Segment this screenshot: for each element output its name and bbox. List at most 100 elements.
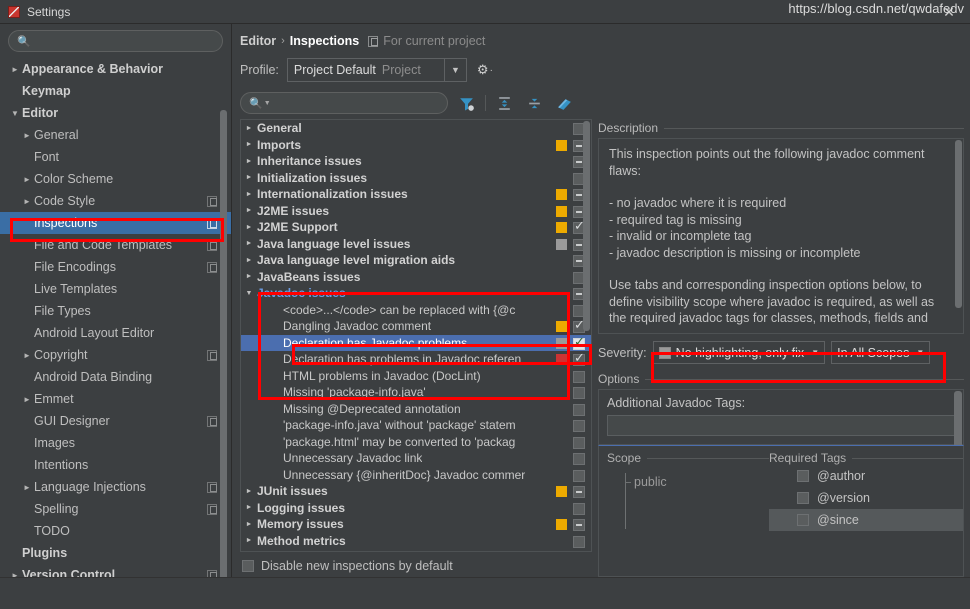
- inspection-tree-row[interactable]: ► Inheritance issues: [241, 153, 591, 170]
- chevron-right-icon[interactable]: ►: [241, 125, 257, 132]
- sidebar-scrollbar-track[interactable]: [220, 82, 229, 577]
- chevron-right-icon[interactable]: ►: [241, 207, 257, 214]
- chevron-down-icon[interactable]: ▼: [264, 100, 271, 107]
- chevron-down-icon[interactable]: ▼: [8, 109, 22, 118]
- inspection-enabled-checkbox[interactable]: [573, 370, 585, 383]
- sidebar-search-box[interactable]: 🔍: [8, 30, 223, 52]
- sidebar-item-font[interactable]: Font: [0, 146, 231, 168]
- inspection-enabled-checkbox[interactable]: [573, 420, 585, 432]
- inspection-tree-row[interactable]: 'package.html' may be converted to 'pack…: [241, 434, 591, 451]
- inspection-enabled-checkbox[interactable]: [573, 535, 585, 548]
- severity-combobox[interactable]: No highlighting, only fix ▼: [652, 341, 826, 364]
- inspection-tree-row[interactable]: ► Internationalization issues: [241, 186, 591, 203]
- inspection-tree-row[interactable]: ► Java language level migration aids: [241, 252, 591, 269]
- required-tag-row[interactable]: @since: [769, 509, 963, 531]
- sidebar-scrollbar-thumb[interactable]: [220, 110, 227, 577]
- required-tag-checkbox[interactable]: [797, 470, 809, 482]
- sidebar-item-general[interactable]: ► General: [0, 124, 231, 146]
- chevron-right-icon[interactable]: ►: [20, 197, 34, 206]
- sidebar-search-input[interactable]: [34, 34, 214, 48]
- gear-icon[interactable]: ⚙ ·: [477, 62, 493, 78]
- inspection-tree[interactable]: ► General ► Imports ► Inheritance issues ► Init…: [240, 119, 592, 552]
- inspection-tree-row[interactable]: 'package-info.java' without 'package' st…: [241, 417, 591, 434]
- inspection-tree-row[interactable]: Missing @Deprecated annotation: [241, 401, 591, 418]
- inspection-tree-row[interactable]: ► General: [241, 120, 591, 137]
- sidebar-item-android-layout-editor[interactable]: Android Layout Editor: [0, 322, 231, 344]
- chevron-right-icon[interactable]: ►: [241, 141, 257, 148]
- inspection-enabled-checkbox[interactable]: [573, 453, 585, 465]
- chevron-right-icon[interactable]: ►: [241, 521, 257, 528]
- options-scrollbar-thumb[interactable]: [954, 391, 962, 449]
- disable-new-inspections-checkbox[interactable]: [242, 560, 254, 572]
- inspection-enabled-checkbox[interactable]: [573, 502, 585, 515]
- inspection-tree-row[interactable]: Declaration has Javadoc problems: [241, 334, 591, 351]
- sidebar-item-color-scheme[interactable]: ► Color Scheme: [0, 168, 231, 190]
- chevron-right-icon[interactable]: ►: [241, 240, 257, 247]
- inspection-enabled-checkbox[interactable]: [573, 486, 585, 498]
- inspection-tree-row[interactable]: ► Java language level issues: [241, 236, 591, 253]
- inspection-enabled-checkbox[interactable]: [573, 403, 585, 416]
- chevron-right-icon[interactable]: ►: [241, 191, 257, 198]
- disable-new-inspections-row[interactable]: Disable new inspections by default: [240, 555, 592, 577]
- inspection-tree-scrollbar-thumb[interactable]: [583, 121, 590, 331]
- required-tag-row[interactable]: @version: [769, 487, 963, 509]
- inspection-enabled-checkbox[interactable]: [573, 519, 585, 531]
- severity-scope-combobox[interactable]: In All Scopes ▼: [831, 341, 931, 364]
- inspection-tree-row[interactable]: ► Logging issues: [241, 500, 591, 517]
- inspection-enabled-checkbox[interactable]: [573, 469, 585, 482]
- sidebar-item-language-injections[interactable]: ► Language Injections: [0, 476, 231, 498]
- chevron-down-icon[interactable]: ▼: [811, 348, 819, 357]
- sidebar-item-intentions[interactable]: Intentions: [0, 454, 231, 476]
- chevron-right-icon[interactable]: ►: [241, 273, 257, 280]
- sidebar-item-copyright[interactable]: ► Copyright: [0, 344, 231, 366]
- scope-item-public[interactable]: public: [625, 475, 667, 489]
- required-tag-row[interactable]: @author: [769, 465, 963, 487]
- breadcrumb-parent[interactable]: Editor: [240, 34, 276, 48]
- sidebar-item-android-data-binding[interactable]: Android Data Binding: [0, 366, 231, 388]
- sidebar-item-live-templates[interactable]: Live Templates: [0, 278, 231, 300]
- expand-all-icon[interactable]: [492, 92, 516, 114]
- sidebar-item-todo[interactable]: TODO: [0, 520, 231, 542]
- inspection-tree-row[interactable]: Declaration has problems in Javadoc refe…: [241, 351, 591, 368]
- inspection-tree-row[interactable]: Dangling Javadoc comment: [241, 318, 591, 335]
- inspection-search-input[interactable]: [273, 96, 439, 110]
- sidebar-item-keymap[interactable]: Keymap: [0, 80, 231, 102]
- required-tag-checkbox[interactable]: [797, 514, 809, 526]
- description-scrollbar-thumb[interactable]: [955, 140, 962, 308]
- sidebar-item-inspections[interactable]: Inspections: [0, 212, 231, 234]
- chevron-right-icon[interactable]: ►: [241, 488, 257, 495]
- chevron-right-icon[interactable]: ►: [241, 504, 257, 511]
- chevron-right-icon[interactable]: ►: [241, 158, 257, 165]
- inspection-tree-row[interactable]: ► Method metrics: [241, 533, 591, 550]
- inspection-tree-row[interactable]: ▼ Javadoc issues: [241, 285, 591, 302]
- inspection-tree-row[interactable]: Missing 'package-info.java': [241, 384, 591, 401]
- sidebar-item-editor[interactable]: ▼ Editor: [0, 102, 231, 124]
- inspection-tree-row[interactable]: ► JUnit issues: [241, 483, 591, 500]
- filter-funnel-icon[interactable]: [454, 92, 478, 114]
- inspection-tree-row[interactable]: HTML problems in Javadoc (DocLint): [241, 368, 591, 385]
- sidebar-item-file-and-code-templates[interactable]: File and Code Templates: [0, 234, 231, 256]
- chevron-down-icon[interactable]: ▼: [241, 290, 257, 297]
- inspection-tree-row[interactable]: ► Imports: [241, 137, 591, 154]
- chevron-right-icon[interactable]: ►: [241, 257, 257, 264]
- sidebar-item-appearance-behavior[interactable]: ► Appearance & Behavior: [0, 58, 231, 80]
- chevron-down-icon[interactable]: ▼: [443, 59, 466, 81]
- sidebar-item-file-types[interactable]: File Types: [0, 300, 231, 322]
- inspection-enabled-checkbox[interactable]: [573, 351, 585, 366]
- reset-highlight-icon[interactable]: [552, 92, 576, 114]
- sidebar-item-images[interactable]: Images: [0, 432, 231, 454]
- chevron-right-icon[interactable]: ►: [8, 65, 22, 74]
- sidebar-item-plugins[interactable]: Plugins: [0, 542, 231, 564]
- chevron-right-icon[interactable]: ►: [20, 351, 34, 360]
- chevron-right-icon[interactable]: ►: [20, 395, 34, 404]
- inspection-tree-row[interactable]: Unnecessary {@inheritDoc} Javadoc commer: [241, 467, 591, 484]
- sidebar-item-spelling[interactable]: Spelling: [0, 498, 231, 520]
- chevron-right-icon[interactable]: ►: [20, 483, 34, 492]
- inspection-tree-row[interactable]: ► Memory issues: [241, 516, 591, 533]
- chevron-right-icon[interactable]: ►: [20, 175, 34, 184]
- sidebar-item-version-control[interactable]: ► Version Control: [0, 564, 231, 577]
- inspection-enabled-checkbox[interactable]: [573, 335, 585, 350]
- chevron-right-icon[interactable]: ►: [241, 224, 257, 231]
- sidebar-item-emmet[interactable]: ► Emmet: [0, 388, 231, 410]
- inspection-tree-row[interactable]: ► Initialization issues: [241, 170, 591, 187]
